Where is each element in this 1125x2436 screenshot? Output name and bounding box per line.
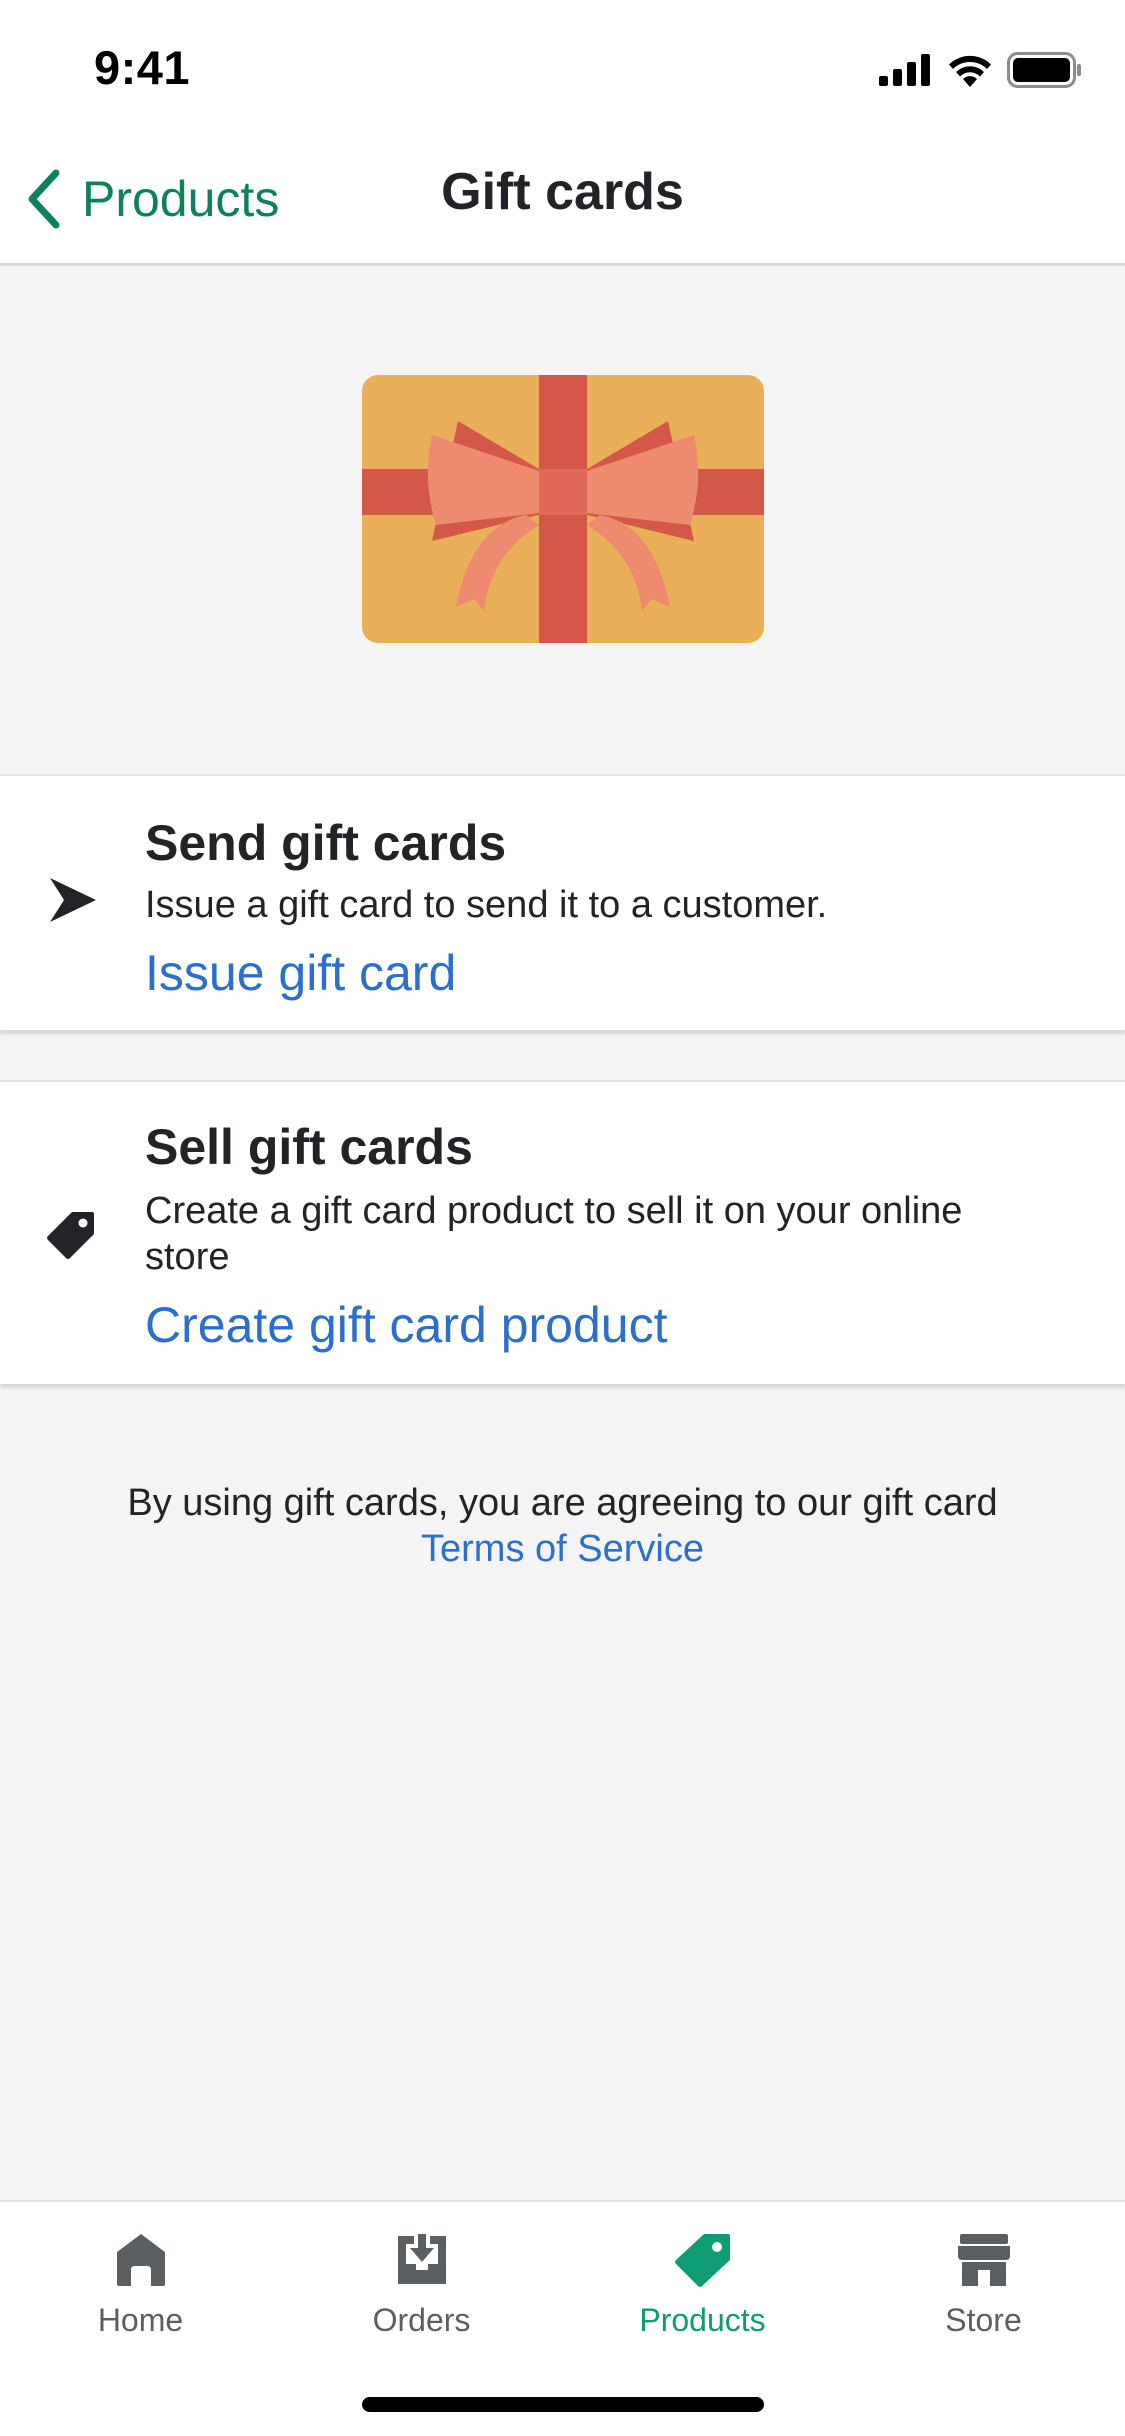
chevron-left-icon — [28, 169, 60, 229]
battery-icon — [1007, 52, 1081, 88]
issue-gift-card-link[interactable]: Issue gift card — [145, 944, 456, 1002]
sell-card-title: Sell gift cards — [145, 1119, 473, 1175]
status-bar: 9:41 — [0, 0, 1125, 132]
hero-section — [0, 269, 1125, 774]
terms-text: By using gift cards, you are agreeing to… — [127, 1482, 998, 1524]
back-label: Products — [82, 171, 280, 227]
gift-card-illustration — [362, 375, 764, 643]
send-arrow-icon — [50, 878, 96, 922]
tab-store-label: Store — [945, 2302, 1022, 2338]
navigation-bar: Gift cards Products — [0, 132, 1125, 266]
sell-gift-cards-card: Sell gift cards Create a gift card produ… — [0, 1080, 1125, 1384]
tab-store[interactable]: Store — [843, 2232, 1124, 2372]
create-gift-card-product-link[interactable]: Create gift card product — [145, 1296, 668, 1354]
price-tag-icon — [47, 1212, 94, 1259]
tab-orders[interactable]: Orders — [281, 2232, 562, 2372]
tab-products[interactable]: Products — [562, 2232, 843, 2372]
back-button[interactable]: Products — [24, 160, 279, 238]
terms-notice: By using gift cards, you are agreeing to… — [0, 1480, 1125, 1572]
wifi-icon — [949, 55, 991, 87]
status-time: 9:41 — [94, 41, 191, 94]
cellular-signal-icon — [879, 54, 930, 86]
send-card-title: Send gift cards — [145, 815, 507, 871]
tab-home-label: Home — [97, 2302, 184, 2338]
sell-card-description: Create a gift card product to sell it on… — [145, 1190, 963, 1278]
tab-products-label: Products — [639, 2302, 766, 2338]
orders-icon — [397, 2234, 446, 2284]
terms-of-service-link[interactable]: Terms of Service — [0, 1526, 1125, 1572]
status-icons — [879, 50, 1083, 90]
send-card-description: Issue a gift card to send it to a custom… — [145, 884, 828, 926]
send-gift-cards-card: Send gift cards Issue a gift card to sen… — [0, 774, 1125, 1030]
tag-icon — [674, 2234, 730, 2287]
tab-orders-label: Orders — [372, 2302, 471, 2338]
home-indicator — [362, 2397, 764, 2412]
store-icon — [957, 2234, 1010, 2286]
tab-home[interactable]: Home — [0, 2232, 281, 2372]
home-icon — [116, 2234, 165, 2286]
